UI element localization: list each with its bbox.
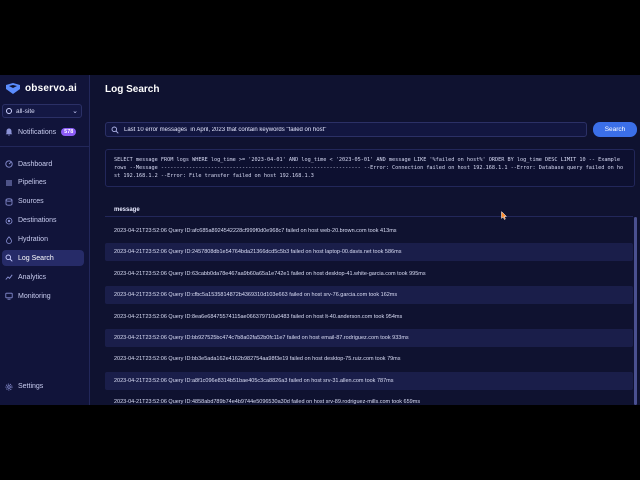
app-window: observo.ai all-site ⌄ Notifications 578 … xyxy=(0,75,640,405)
sidebar-item-hydration[interactable]: Hydration xyxy=(2,232,84,248)
table-row[interactable]: 2023-04-21T23:52:06 Query ID:bb3e5ada162… xyxy=(105,350,633,368)
sidebar-divider xyxy=(0,146,89,147)
gear-icon xyxy=(4,382,13,391)
page-title: Log Search xyxy=(105,84,160,95)
monitoring-icon xyxy=(4,292,13,301)
sidebar-item-analytics[interactable]: Analytics xyxy=(2,269,84,285)
scrollbar-thumb[interactable] xyxy=(634,217,637,405)
results-rows: 2023-04-21T23:52:06 Query ID:afc685a8924… xyxy=(105,222,633,405)
analytics-icon xyxy=(4,273,13,282)
results-scrollbar[interactable] xyxy=(634,217,637,405)
results-table: message 2023-04-21T23:52:06 Query ID:afc… xyxy=(105,203,633,405)
sidebar-item-pipelines[interactable]: Pipelines xyxy=(2,175,84,191)
dashboard-icon xyxy=(4,160,13,169)
settings-label: Settings xyxy=(18,383,44,390)
logo[interactable]: observo.ai xyxy=(6,81,77,95)
search-button[interactable]: Search xyxy=(593,122,637,137)
notifications-label: Notifications xyxy=(18,128,57,136)
table-row[interactable]: 2023-04-21T23:52:06 Query ID:afc685a8924… xyxy=(105,222,633,240)
sidebar-item-label: Monitoring xyxy=(18,292,51,300)
table-row[interactable]: 2023-04-21T23:52:06 Query ID:2457808db1e… xyxy=(105,243,633,262)
generated-query: SELECT message FROM logs WHERE log_time … xyxy=(105,149,635,187)
observo-logo-icon xyxy=(6,82,20,94)
site-selector[interactable]: all-site ⌄ xyxy=(2,104,82,118)
chevron-down-icon: ⌄ xyxy=(72,108,78,115)
table-row[interactable]: 2023-04-21T23:52:06 Query ID:8ea6e684755… xyxy=(105,308,633,326)
sidebar-item-sources[interactable]: Sources xyxy=(2,194,84,210)
bell-icon xyxy=(4,128,13,137)
hydration-icon xyxy=(4,235,13,244)
sidebar-item-label: Dashboard xyxy=(18,160,53,168)
sidebar-item-label: Destinations xyxy=(18,217,57,225)
sidebar-item-settings[interactable]: Settings xyxy=(4,382,43,391)
table-row[interactable]: 2023-04-21T23:52:06 Query ID:a8f1c096e83… xyxy=(105,371,633,390)
sidebar: observo.ai all-site ⌄ Notifications 578 … xyxy=(0,75,90,405)
sidebar-item-label: Hydration xyxy=(18,236,48,244)
site-selector-value: all-site xyxy=(16,107,35,115)
app-name: observo.ai xyxy=(25,82,78,94)
notifications-item[interactable]: Notifications 578 xyxy=(4,126,88,138)
sidebar-item-dashboard[interactable]: Dashboard xyxy=(2,156,84,172)
table-row[interactable]: 2023-04-21T23:52:06 Query ID:4858abd789b… xyxy=(105,393,633,405)
destinations-icon xyxy=(4,216,13,225)
sidebar-item-label: Sources xyxy=(18,198,44,206)
sidebar-item-monitoring[interactable]: Monitoring xyxy=(2,288,84,304)
pipelines-icon xyxy=(4,178,13,187)
search-bar xyxy=(105,122,587,137)
sources-icon xyxy=(4,197,13,206)
sidebar-nav: Dashboard Pipelines Sources Destinations xyxy=(2,156,84,307)
table-row[interactable]: 2023-04-21T23:52:06 Query ID:bb927525bc4… xyxy=(105,328,633,347)
site-icon xyxy=(6,108,12,114)
mouse-cursor-icon xyxy=(501,211,507,220)
search-input[interactable] xyxy=(124,126,584,133)
sidebar-item-label: Log Search xyxy=(18,254,54,262)
sidebar-item-destinations[interactable]: Destinations xyxy=(2,213,84,229)
search-icon xyxy=(110,125,119,134)
search-icon xyxy=(4,254,13,263)
sidebar-item-label: Analytics xyxy=(18,273,47,281)
table-row[interactable]: 2023-04-21T23:52:06 Query ID:63cabb0da78… xyxy=(105,265,633,283)
column-header-message: message xyxy=(105,203,633,217)
sidebar-item-label: Pipelines xyxy=(18,179,47,187)
notifications-count-badge: 578 xyxy=(61,128,77,136)
table-row[interactable]: 2023-04-21T23:52:06 Query ID:cfbc5a15358… xyxy=(105,286,633,305)
sidebar-item-log-search[interactable]: Log Search xyxy=(2,250,84,267)
main-content: Log Search Search SELECT message FROM lo… xyxy=(90,75,640,405)
